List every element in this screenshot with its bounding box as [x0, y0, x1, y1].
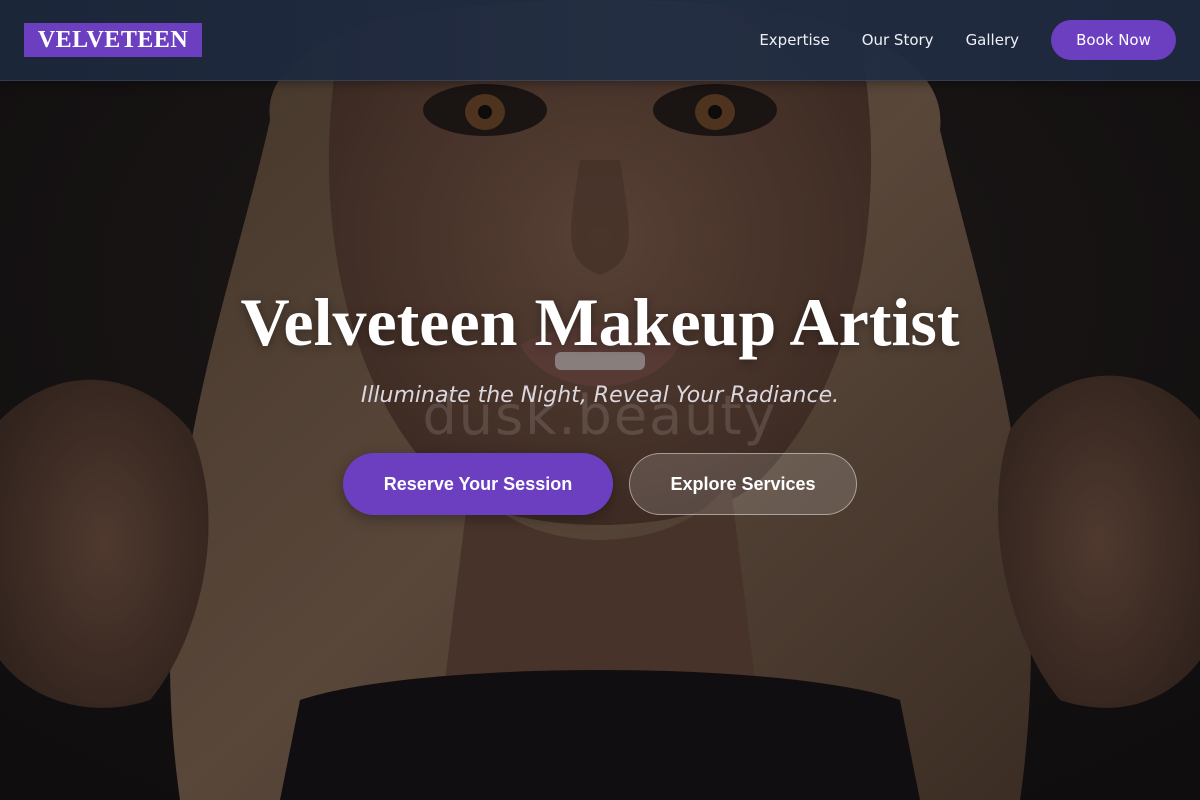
reserve-session-button[interactable]: Reserve Your Session	[343, 453, 613, 515]
nav-link-our-story[interactable]: Our Story	[862, 31, 934, 49]
brand-logo[interactable]: VELVETEEN	[24, 23, 202, 57]
nav-link-gallery[interactable]: Gallery	[966, 31, 1019, 49]
book-now-button[interactable]: Book Now	[1051, 20, 1176, 60]
hero-tagline: Illuminate the Night, Reveal Your Radian…	[360, 383, 840, 408]
explore-services-button[interactable]: Explore Services	[629, 453, 857, 515]
nav-link-expertise[interactable]: Expertise	[759, 31, 829, 49]
nav-links: Expertise Our Story Gallery Book Now	[759, 20, 1176, 60]
navbar: VELVETEEN Expertise Our Story Gallery Bo…	[0, 0, 1200, 81]
hero-title: Velveteen Makeup Artist	[240, 284, 960, 360]
